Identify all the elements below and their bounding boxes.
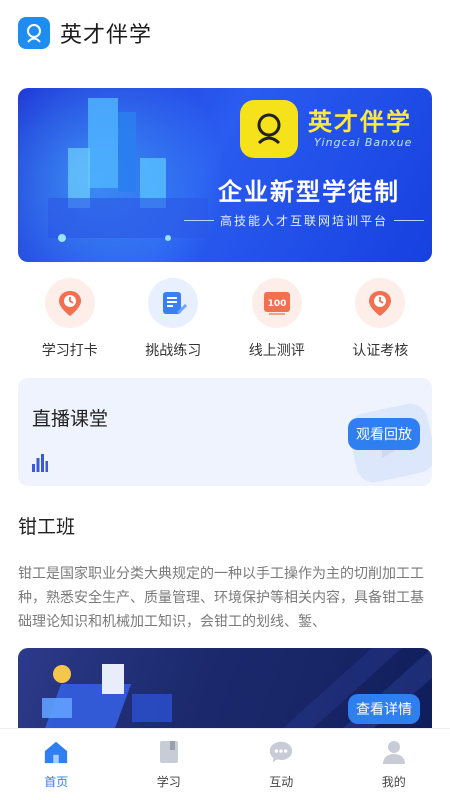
banner-subtitle: 高技能人才互联网培训平台 [184,212,425,229]
bottom-tab-bar: 首页 学习 互动 我的 [0,728,450,800]
quick-action-checkin[interactable]: 学习打卡 [18,278,122,368]
live-bars-icon [32,454,48,472]
user-icon [381,739,407,765]
course-section-title: 钳工班 [18,516,76,538]
svg-text:100: 100 [267,299,286,309]
score-100-icon: 100 [251,278,302,328]
course-banner[interactable]: 查看详情 [18,648,432,738]
quick-action-practice[interactable]: 挑战练习 [122,278,226,368]
quick-action-test[interactable]: 100 线上测评 [225,278,329,368]
clock-pin-icon [355,278,406,328]
quick-actions: 学习打卡 挑战练习 100 线上测评 认证考核 [18,278,432,368]
tab-mine[interactable]: 我的 [338,729,450,800]
tab-label: 学习 [156,775,181,789]
city-illustration [48,98,208,242]
banner-logo-icon [240,100,298,158]
home-icon [43,739,69,765]
streak-decoration [272,648,432,738]
chat-icon [268,739,294,765]
quick-action-label: 学习打卡 [41,343,98,359]
tab-label: 互动 [269,775,294,789]
banner-brand: 英才伴学 [308,108,412,136]
tab-label: 首页 [44,775,69,789]
banner-headline: 企业新型学徒制 [218,178,400,206]
edit-document-icon [148,278,199,328]
book-icon [156,739,182,765]
app-title: 英才伴学 [60,23,153,48]
app-header: 英才伴学 [0,0,450,66]
tab-study[interactable]: 学习 [113,729,226,800]
tab-home[interactable]: 首页 [0,729,113,800]
view-details-button[interactable]: 查看详情 [348,694,420,724]
quick-action-label: 线上测评 [248,343,305,359]
banner-brand-en: Yingcai Banxue [314,136,413,149]
watch-replay-button[interactable]: 观看回放 [348,418,420,450]
clock-pin-icon [44,278,95,328]
quick-action-label: 挑战练习 [145,343,202,359]
quick-action-label: 认证考核 [352,343,409,359]
course-description: 钳工是国家职业分类大典规定的一种以手工操作为主的切削加工工种，熟悉安全生产、质量… [18,566,424,630]
app-logo-icon [18,17,50,49]
tab-interact[interactable]: 互动 [225,729,338,800]
live-class-card[interactable]: 直播课堂 观看回放 [18,378,432,486]
live-class-title: 直播课堂 [32,408,109,430]
tab-label: 我的 [381,775,406,789]
quick-action-certify[interactable]: 认证考核 [329,278,433,368]
promo-banner[interactable]: 英才伴学 Yingcai Banxue 企业新型学徒制 高技能人才互联网培训平台 [18,88,432,262]
workspace-illustration [42,664,172,732]
